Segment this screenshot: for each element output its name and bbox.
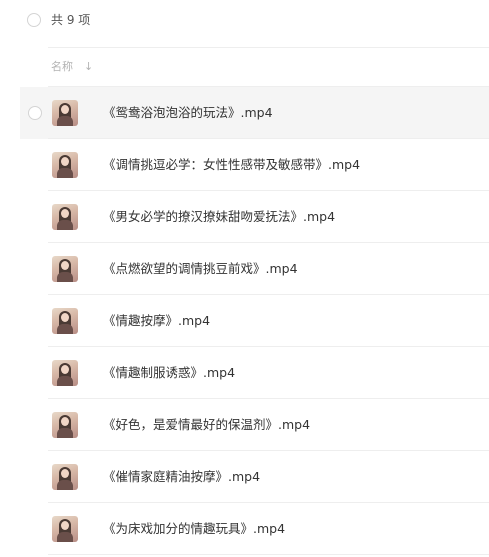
video-thumbnail	[52, 152, 78, 178]
file-row[interactable]: 《情趣按摩》.mp4	[0, 295, 489, 347]
file-name[interactable]: 《鸳鸯浴泡泡浴的玩法》.mp4	[103, 105, 273, 121]
file-row[interactable]: 《男女必学的撩汉撩妹甜吻爱抚法》.mp4	[0, 191, 489, 243]
sort-down-icon[interactable]: ↓	[84, 60, 93, 74]
file-name[interactable]: 《点燃欲望的调情挑豆前戏》.mp4	[103, 261, 298, 277]
divider	[48, 47, 489, 48]
video-thumbnail	[52, 464, 78, 490]
file-row[interactable]: 《情趣制服诱惑》.mp4	[0, 347, 489, 399]
row-checkbox[interactable]	[28, 106, 42, 120]
video-thumbnail	[52, 412, 78, 438]
file-row[interactable]: 《好色，是爱情最好的保温剂》.mp4	[0, 399, 489, 451]
file-name[interactable]: 《情趣制服诱惑》.mp4	[103, 365, 235, 381]
video-thumbnail	[52, 204, 78, 230]
file-row[interactable]: 《点燃欲望的调情挑豆前戏》.mp4	[0, 243, 489, 295]
file-list: 《鸳鸯浴泡泡浴的玩法》.mp4 《调情挑逗必学：女性性感带及敏感带》.mp4 《…	[0, 87, 489, 555]
file-row[interactable]: 《催情家庭精油按摩》.mp4	[0, 451, 489, 503]
file-list-header: 共 9 项	[0, 0, 489, 44]
video-thumbnail	[52, 100, 78, 126]
file-name[interactable]: 《调情挑逗必学：女性性感带及敏感带》.mp4	[103, 157, 360, 173]
video-thumbnail	[52, 516, 78, 542]
file-row[interactable]: 《调情挑逗必学：女性性感带及敏感带》.mp4	[0, 139, 489, 191]
video-thumbnail	[52, 360, 78, 386]
video-thumbnail	[52, 256, 78, 282]
file-name[interactable]: 《情趣按摩》.mp4	[103, 313, 210, 329]
select-all-checkbox[interactable]	[27, 13, 41, 27]
item-count: 共 9 项	[51, 13, 91, 27]
file-row[interactable]: 《为床戏加分的情趣玩具》.mp4	[0, 503, 489, 555]
file-name[interactable]: 《好色，是爱情最好的保温剂》.mp4	[103, 417, 310, 433]
file-row[interactable]: 《鸳鸯浴泡泡浴的玩法》.mp4	[20, 87, 489, 139]
column-header-name[interactable]: 名称	[51, 59, 73, 75]
file-name[interactable]: 《催情家庭精油按摩》.mp4	[103, 469, 260, 485]
file-name[interactable]: 《为床戏加分的情趣玩具》.mp4	[103, 521, 285, 537]
video-thumbnail	[52, 308, 78, 334]
file-name[interactable]: 《男女必学的撩汉撩妹甜吻爱抚法》.mp4	[103, 209, 335, 225]
